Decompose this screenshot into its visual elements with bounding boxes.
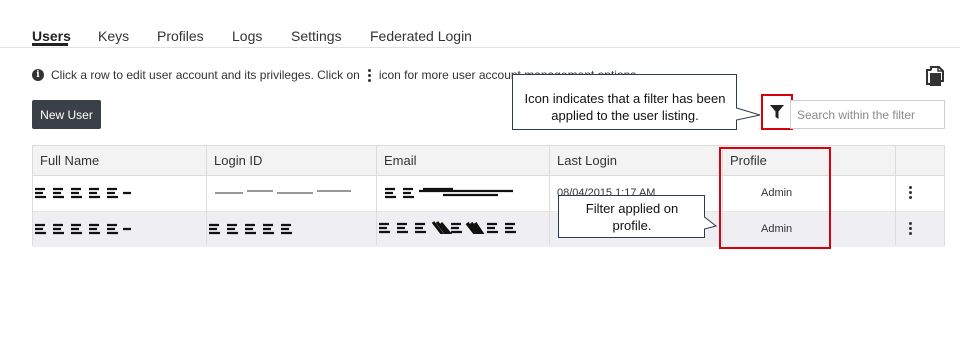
- row-actions-kebab-icon[interactable]: [909, 186, 912, 199]
- copy-icon[interactable]: [925, 66, 945, 86]
- redacted-full-name: [35, 187, 131, 199]
- kebab-icon: [367, 68, 371, 82]
- callout-profile-text: Filter applied on profile.: [585, 201, 679, 233]
- tab-keys[interactable]: Keys: [98, 28, 129, 44]
- tab-settings[interactable]: Settings: [291, 28, 342, 44]
- row-actions-kebab-icon[interactable]: [909, 222, 912, 235]
- column-divider: [376, 146, 377, 245]
- active-tab-indicator: [32, 43, 68, 46]
- header-last-login[interactable]: Last Login: [557, 153, 617, 168]
- callout-filter-text: Icon indicates that a filter has been ap…: [524, 91, 726, 123]
- redacted-email: [385, 187, 513, 199]
- redacted-login-id: [215, 190, 351, 194]
- info-text-before: Click a row to edit user account and its…: [51, 68, 360, 82]
- tab-profiles[interactable]: Profiles: [157, 28, 204, 44]
- header-full-name[interactable]: Full Name: [40, 153, 99, 168]
- tab-logs[interactable]: Logs: [232, 28, 262, 44]
- info-icon: i: [32, 69, 44, 81]
- redacted-email: [379, 221, 516, 234]
- filter-icon: [770, 105, 784, 119]
- search-input[interactable]: [790, 100, 945, 129]
- column-divider: [206, 146, 207, 245]
- profile-highlight-frame: [719, 147, 831, 249]
- filter-button[interactable]: [761, 94, 793, 130]
- redacted-login-id: [209, 223, 292, 235]
- redacted-full-name: [35, 223, 131, 235]
- header-login-id[interactable]: Login ID: [214, 153, 262, 168]
- new-user-button[interactable]: New User: [32, 100, 101, 129]
- column-divider: [549, 146, 550, 245]
- tab-users[interactable]: Users: [32, 28, 71, 44]
- tab-bar: Users Keys Profiles Logs Settings Federa…: [0, 0, 960, 48]
- tab-federated-login[interactable]: Federated Login: [370, 28, 472, 44]
- column-divider: [895, 146, 896, 245]
- header-email[interactable]: Email: [384, 153, 417, 168]
